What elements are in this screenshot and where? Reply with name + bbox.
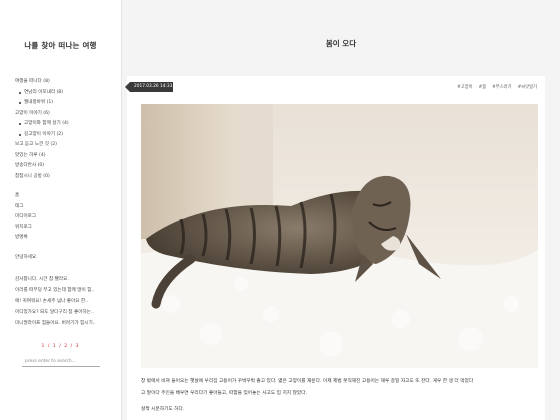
menu-item-medialog[interactable]: 미디어로그	[15, 212, 121, 223]
subcategory-item[interactable]: 월내항바위 (1)	[15, 98, 121, 109]
recent-comments: 감사합니다. 시간 참 빨라요. 이러를 떠부덩 부고 있는데 함께 많이 힘.…	[0, 274, 121, 329]
recent-comment[interactable]: 애! 귀여워요! 손세주 넘나 좋아요 한..	[15, 296, 121, 307]
post-tags: #고양이 #봄 #부스러기 #씨앗일기	[457, 84, 537, 90]
subcategory-item[interactable]: 길고양이 이야기 (2)	[15, 130, 121, 141]
recent-comment[interactable]: 감사합니다. 시간 참 빨라요.	[15, 274, 121, 285]
greeting-text: 안녕하세요.	[15, 254, 38, 260]
post-title[interactable]: 봄이 오다	[122, 38, 560, 49]
search-input[interactable]: press enter to search...	[22, 357, 100, 367]
subcategory-item[interactable]: 연남리 이모내리 (8)	[15, 88, 121, 99]
post-paragraph: 살짝 시문하기도 하다.	[141, 406, 185, 412]
category-list: 여행을 떠나다 (8) 연남리 이모내리 (8) 월내항바위 (1) 고양이 이…	[0, 77, 121, 182]
menu-item-guestbook[interactable]: 방명록	[15, 233, 121, 244]
post-photo[interactable]	[141, 104, 538, 368]
post-card: 2017.03.26 14:33 #고양이 #봄 #부스러기 #씨앗일기 창 밖…	[125, 76, 545, 420]
tag-link[interactable]: #봄	[479, 84, 487, 90]
category-item[interactable]: 고양이 이야기 (6)	[15, 109, 121, 120]
category-item[interactable]: 참참시니 공방 (0)	[15, 172, 121, 183]
recent-comment[interactable]: 이러를 떠부덩 부고 있는데 함께 많이 힘..	[15, 285, 121, 296]
category-item[interactable]: 여행을 떠나다 (8)	[15, 77, 121, 88]
tag-link[interactable]: #부스러기	[492, 84, 511, 90]
cat-photo-illustration	[141, 104, 538, 368]
post-paragraph: 고 말이다 주인을 배우면 우리다기 좋아들고, 따함을 잊어놓는 사고도 입 …	[141, 391, 307, 397]
visitor-counter: 1 / 1 / 2 / 3	[41, 343, 80, 349]
subcategory-item[interactable]: 고양이와 함께 살기 (4)	[15, 119, 121, 130]
category-item[interactable]: 보고 듣고 느낀 것 (2)	[15, 140, 121, 151]
blog-title[interactable]: 나를 찾아 떠나는 여행	[0, 40, 121, 51]
recent-comment[interactable]: 미니멀라이프 힘들어요. 버려기가 힘시기..	[15, 318, 121, 329]
recent-comment[interactable]: 어디었가요? 되도 달다구리 참 좋아하는..	[15, 307, 121, 318]
sidebar: 나를 찾아 떠나는 여행 여행을 떠나다 (8) 연남리 이모내리 (8) 월내…	[0, 0, 122, 420]
post-body: 창 밖에서 비쳐 들어오는 햇살에 우리집 고등어가 꾸벅꾸벅 졸고 있다. 엷…	[141, 376, 538, 416]
post-date-badge: 2017.03.26 14:33	[125, 82, 173, 92]
tag-link[interactable]: #고양이	[457, 84, 472, 90]
category-item[interactable]: 방송다반사 (0)	[15, 161, 121, 172]
blog-menu: 홈 태그 미디어로그 위치로그 방명록	[0, 191, 121, 244]
menu-item-tags[interactable]: 태그	[15, 202, 121, 213]
category-item[interactable]: 맛있는 하루 (4)	[15, 151, 121, 162]
menu-item-locationlog[interactable]: 위치로그	[15, 223, 121, 234]
post-paragraph: 창 밖에서 비쳐 들어오는 햇살에 우리집 고등어가 꾸벅꾸벅 졸고 있다. 엷…	[141, 379, 474, 384]
tag-link[interactable]: #씨앗일기	[518, 84, 537, 90]
menu-item-home[interactable]: 홈	[15, 191, 121, 202]
